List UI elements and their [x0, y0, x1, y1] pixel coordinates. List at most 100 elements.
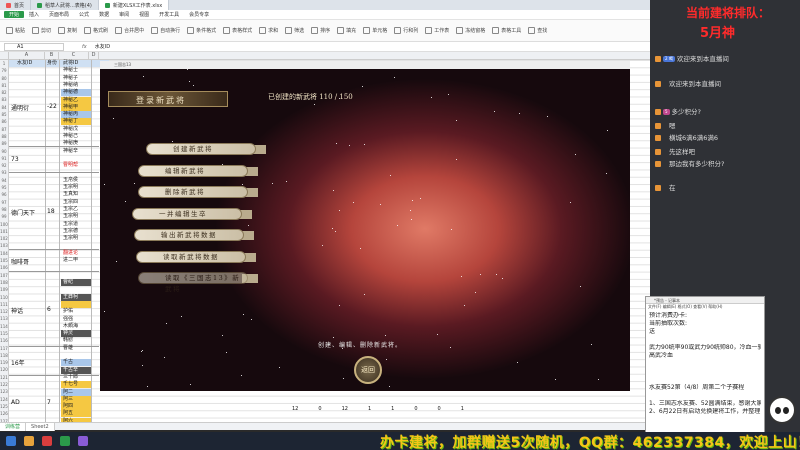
player-name-cell[interactable]: 德门天下	[11, 208, 35, 217]
tool-paste[interactable]: 粘贴	[6, 27, 25, 34]
player-name-cell[interactable]: 73	[11, 156, 19, 163]
user-avatar-icon[interactable]	[655, 185, 661, 191]
row-header[interactable]: 108	[0, 279, 8, 286]
general-name-cell[interactable]: 玉宗德	[61, 228, 91, 235]
player-power-cell[interactable]: 18	[47, 208, 55, 215]
general-name-cell[interactable]: 玉宗乙	[61, 206, 91, 213]
summary-cell[interactable]: 1	[391, 406, 394, 412]
general-name-cell[interactable]: 玉帛侯	[61, 177, 91, 184]
row-header[interactable]: 87	[0, 126, 8, 133]
general-name-cell[interactable]	[61, 243, 91, 250]
row-header[interactable]: 114	[0, 323, 8, 330]
general-name-cell[interactable]: 千七号	[61, 381, 91, 389]
menu-insert[interactable]: 插入	[24, 11, 44, 18]
menu-option[interactable]: 输出新武将数据	[134, 229, 244, 241]
general-name-cell[interactable]	[61, 155, 91, 162]
row-header[interactable]: 92	[0, 162, 8, 169]
general-name-cell[interactable]: 神秘子	[61, 75, 91, 82]
row-header[interactable]: 91	[0, 155, 8, 162]
notepad-title[interactable]: *预告 - 记事本	[646, 297, 764, 304]
row-header[interactable]: 122	[0, 381, 8, 388]
general-name-cell[interactable]: 神秘庚	[61, 140, 91, 147]
user-avatar-icon[interactable]	[655, 149, 661, 155]
general-name-cell[interactable]: 翻进论	[61, 250, 91, 257]
game-app-icon[interactable]	[78, 436, 88, 446]
row-header[interactable]: 83	[0, 96, 8, 103]
row-header[interactable]: 80	[0, 75, 8, 82]
row-header[interactable]: 86	[0, 118, 8, 125]
general-name-cell[interactable]: 神秘乙	[61, 96, 91, 104]
corner-cell[interactable]	[0, 52, 9, 59]
general-name-cell[interactable]: 木頗海	[61, 323, 91, 330]
menu-option[interactable]: 读取《三国志13》新武将	[138, 272, 248, 293]
user-avatar-icon[interactable]	[655, 109, 661, 115]
row-header[interactable]: 94	[0, 177, 8, 184]
row-header[interactable]: 113	[0, 315, 8, 322]
general-name-cell[interactable]: 曹明帮	[61, 162, 91, 169]
general-name-cell[interactable]: 护佑	[61, 308, 91, 315]
sheet-tab[interactable]: Sheet2	[26, 422, 55, 431]
general-name-cell[interactable]: 进二甲	[61, 257, 91, 264]
row-header[interactable]: 95	[0, 184, 8, 191]
tool-copy[interactable]: 复制	[58, 27, 77, 34]
user-avatar-icon[interactable]	[655, 56, 661, 62]
general-name-cell[interactable]: 千古辛	[61, 366, 91, 374]
row-header[interactable]: 82	[0, 89, 8, 96]
tool-merge[interactable]: 合并居中	[115, 27, 144, 34]
start-icon[interactable]	[6, 436, 16, 446]
general-name-cell[interactable]: 曹纪	[61, 279, 91, 286]
general-name-cell[interactable]: 阿三	[61, 395, 91, 403]
tool-find[interactable]: 查找	[528, 27, 547, 34]
row-header[interactable]: 1	[0, 60, 8, 67]
row-header[interactable]: 104	[0, 250, 8, 257]
general-name-cell[interactable]: 王莽柯	[61, 293, 91, 301]
column-header[interactable]: B	[45, 52, 59, 59]
general-name-cell[interactable]: 玉宗四	[61, 199, 91, 206]
row-header[interactable]: 126	[0, 410, 8, 417]
game-window-title[interactable]: 三国志13	[100, 61, 630, 69]
menu-dev-tools[interactable]: 开发工具	[154, 11, 184, 18]
menu-page-layout[interactable]: 页面布局	[44, 11, 74, 18]
user-avatar-icon[interactable]	[655, 123, 661, 129]
player-power-cell[interactable]: 6	[47, 306, 51, 313]
row-header[interactable]: 125	[0, 403, 8, 410]
tool-freeze[interactable]: 冻结窗格	[456, 27, 485, 34]
summary-cell[interactable]: 0	[438, 406, 441, 412]
player-power-cell[interactable]: 7	[47, 399, 51, 406]
row-header[interactable]: 119	[0, 359, 8, 366]
general-name-cell[interactable]: 阿五	[61, 410, 91, 418]
row-header[interactable]: 89	[0, 140, 8, 147]
row-header[interactable]: 100	[0, 221, 8, 228]
folder-icon[interactable]	[24, 436, 34, 446]
user-avatar-icon[interactable]	[655, 135, 661, 141]
general-name-cell[interactable]: 千古	[61, 359, 91, 367]
row-header[interactable]: 93	[0, 169, 8, 176]
row-header[interactable]: 115	[0, 330, 8, 337]
row-header[interactable]: 107	[0, 272, 8, 279]
tool-sum[interactable]: 求和	[259, 27, 278, 34]
summary-cell[interactable]: 1	[368, 406, 371, 412]
menu-option[interactable]: 编辑新武将	[138, 164, 248, 177]
row-header[interactable]: 112	[0, 308, 8, 315]
back-button[interactable]: 返回	[354, 356, 382, 384]
menu-view[interactable]: 视图	[134, 11, 154, 18]
row-header[interactable]: 110	[0, 294, 8, 301]
browser-icon[interactable]	[42, 436, 52, 446]
general-name-cell[interactable]	[61, 286, 91, 293]
row-header[interactable]: 99	[0, 213, 8, 220]
row-header[interactable]: 118	[0, 352, 8, 359]
row-header[interactable]: 121	[0, 374, 8, 381]
tab-workbook-2[interactable]: 新建XLSX工作表.xlsx	[98, 0, 170, 10]
row-header[interactable]: 81	[0, 82, 8, 89]
menu-review[interactable]: 审阅	[114, 11, 134, 18]
tool-rows-cols[interactable]: 行和列	[394, 27, 418, 34]
general-name-cell[interactable]: 曹雄	[61, 345, 91, 352]
spreadsheet-app-icon[interactable]	[60, 436, 70, 446]
row-header[interactable]: 106	[0, 264, 8, 271]
menu-option[interactable]: 创建新武将	[146, 143, 256, 155]
tool-fill[interactable]: 填充	[337, 27, 356, 34]
general-name-cell[interactable]: 三十郎	[61, 374, 91, 381]
tool-filter[interactable]: 筛选	[285, 27, 304, 34]
general-name-cell[interactable]	[61, 352, 91, 359]
row-header[interactable]: 96	[0, 191, 8, 198]
